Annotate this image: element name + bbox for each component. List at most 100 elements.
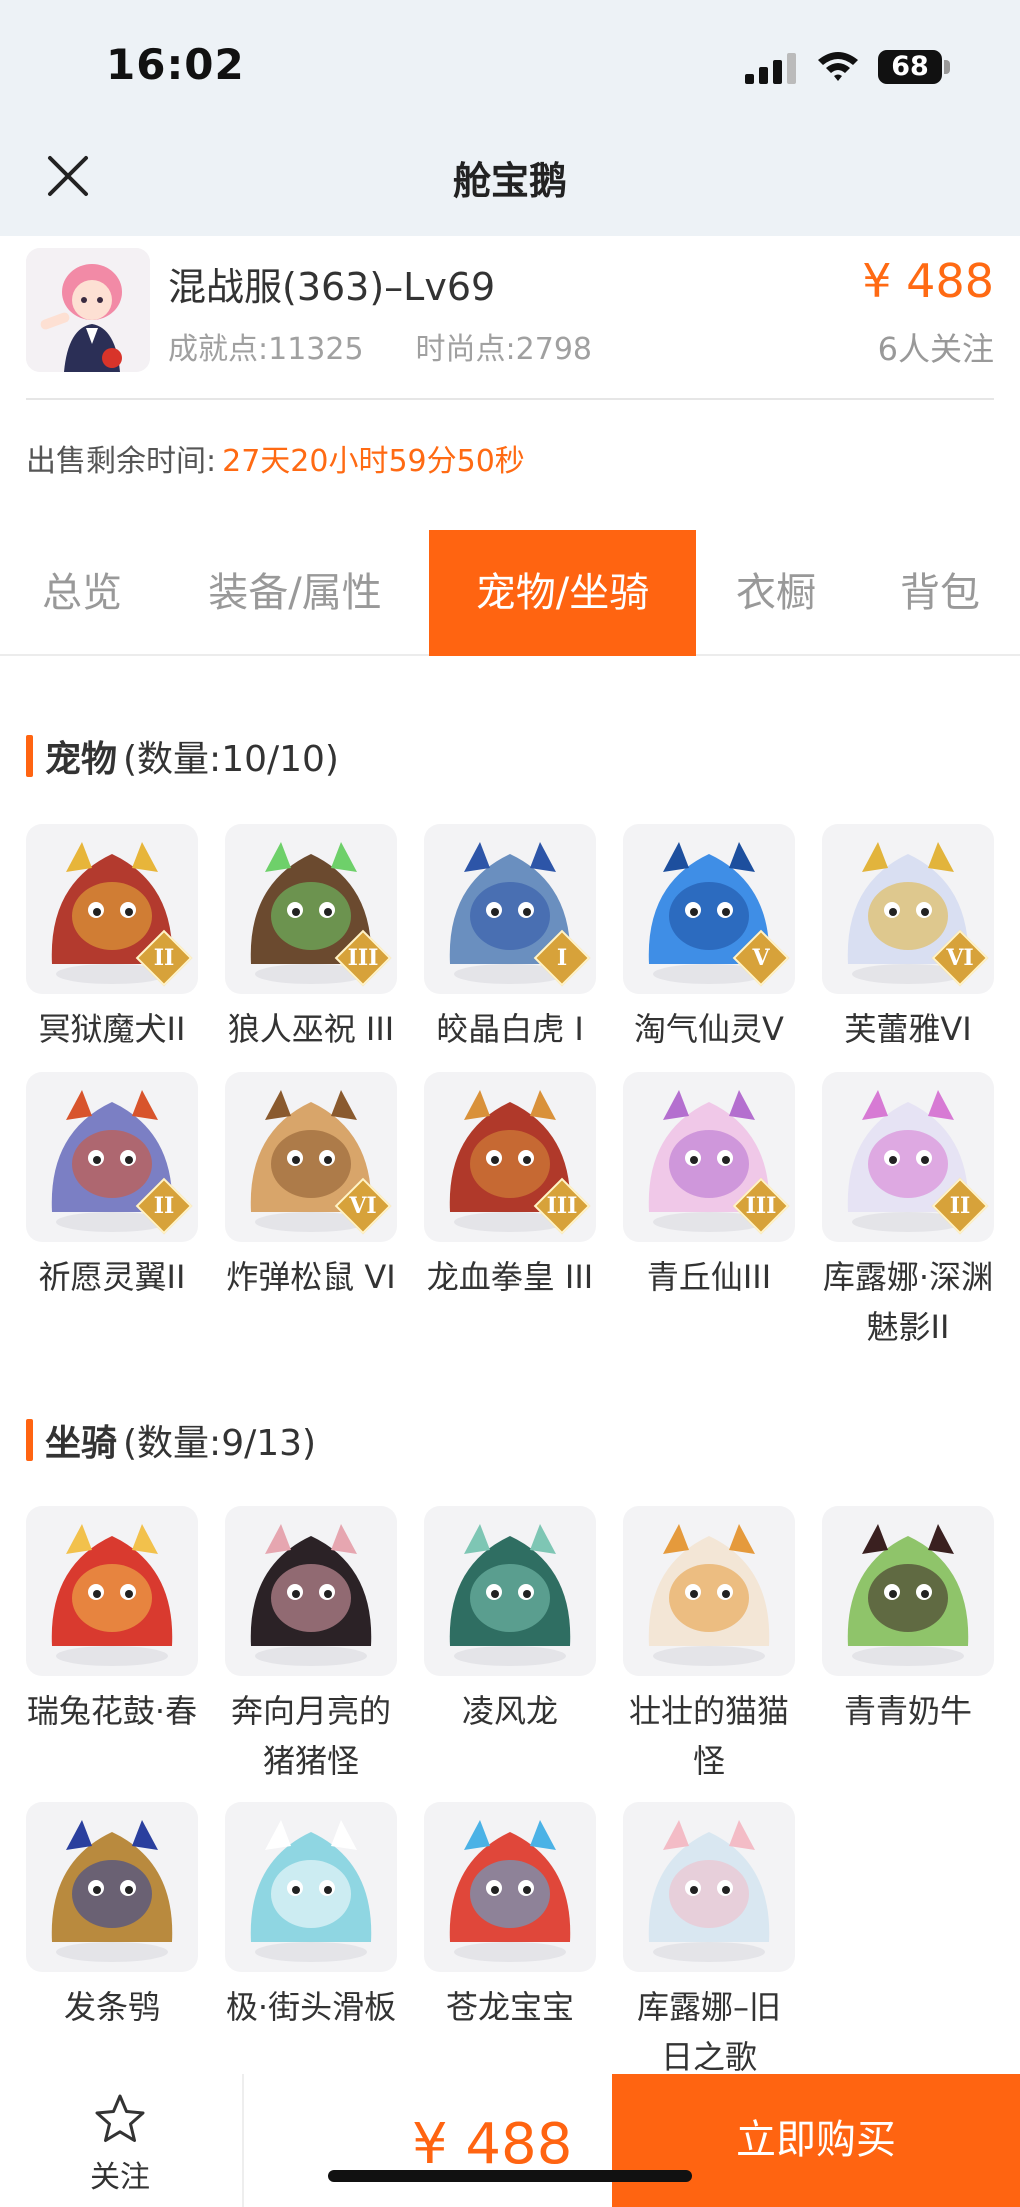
pets-title: 宠物 [45,739,118,780]
pets-count: (数量:10/10) [123,739,339,780]
divider [26,398,994,400]
mount-item[interactable]: 极·街头滑板 [225,1802,397,2032]
tab-overview[interactable]: 总览 [14,530,150,656]
bottom-action-bar: 关注 ¥ 488 立即购买 [0,2074,1020,2207]
mount-name: 发条鸮 [63,1988,160,2026]
pet-name: 龙血拳皇 III [426,1258,594,1296]
pet-name: 祈愿灵翼II [38,1258,186,1296]
pet-image: II [26,1072,198,1242]
mounts-count: (数量:9/13) [123,1423,317,1464]
battery-icon: 68 [878,50,942,84]
pet-image: I [424,824,596,994]
account-stats: 成就点:11325 时尚点:2798 [168,324,592,368]
battery-tip [944,60,950,74]
mount-image [225,1802,397,1972]
pet-item[interactable]: V 淘气仙灵V [623,824,795,1054]
rank-badge-text: II [153,1193,175,1219]
section-accent-bar [26,735,33,777]
pet-name: 皎晶白虎 I [436,1010,584,1048]
pet-image: V [623,824,795,994]
mount-image [424,1506,596,1676]
sale-remaining-time: 出售剩余时间: 27天20小时59分50秒 [26,436,525,480]
mount-name: 凌风龙 [461,1692,558,1730]
mount-item[interactable]: 奔向月亮的猪猪怪 [225,1506,397,1786]
follower-count: 6人关注 [877,330,994,368]
mount-item[interactable]: 壮壮的猫猫怪 [623,1506,795,1786]
pet-image: III [225,824,397,994]
mounts-section-title: 坐骑 (数量:9/13) [26,1414,316,1466]
mount-image [424,1802,596,1972]
mount-name: 库露娜–旧日之歌 [636,1988,781,2076]
rank-badge-text: I [556,945,568,971]
rank-badge-text: III [546,1193,578,1219]
mount-image [822,1506,994,1676]
buy-now-button[interactable]: 立即购买 [612,2074,1020,2207]
pet-item[interactable]: III 龙血拳皇 III [424,1072,596,1302]
follow-button[interactable]: 关注 [60,2092,180,2196]
pet-image: II [822,1072,994,1242]
mount-name: 壮壮的猫猫怪 [628,1692,789,1780]
mount-item[interactable]: 凌风龙 [424,1506,596,1736]
rank-badge-text: II [949,1193,971,1219]
mount-name: 苍龙宝宝 [445,1988,574,2026]
mount-name: 奔向月亮的猪猪怪 [230,1692,391,1780]
tab-wardrobe[interactable]: 衣橱 [720,530,832,656]
pet-item[interactable]: I 皎晶白虎 I [424,824,596,1054]
pet-item[interactable]: II 祈愿灵翼II [26,1072,198,1302]
pet-image: II [26,824,198,994]
tab-bar: 总览 装备/属性 宠物/坐骑 衣橱 背包 [0,530,1020,656]
sale-time-label: 出售剩余时间: [26,444,217,479]
page-title: 舱宝鹅 [452,159,567,203]
home-indicator [328,2170,692,2182]
pet-name: 炸弹松鼠 VI [226,1258,396,1296]
mount-item[interactable]: 瑞兔花鼓·春 [26,1506,198,1736]
sale-time-value: 27天20小时59分50秒 [222,444,525,479]
achievement-points: 成就点:11325 [168,332,364,367]
mounts-title: 坐骑 [45,1423,118,1464]
mount-item[interactable]: 库露娜–旧日之歌 [623,1802,795,2082]
mount-image [26,1802,198,1972]
pet-name: 淘气仙灵V [634,1010,784,1048]
pet-item[interactable]: VI 炸弹松鼠 VI [225,1072,397,1302]
pet-name: 青丘仙III [646,1258,772,1296]
tab-backpack[interactable]: 背包 [880,530,1000,656]
mount-image [225,1506,397,1676]
rank-badge-text: V [752,945,770,971]
mount-name: 极·街头滑板 [225,1988,397,2026]
pet-item[interactable]: II 库露娜·深渊魅影II [822,1072,994,1352]
server-level: 混战服(363)–Lv69 [168,265,496,309]
price-label: ¥ 488 [862,254,994,308]
bottom-price: ¥ 488 [412,2112,573,2177]
pet-name: 库露娜·深渊魅影II [822,1258,994,1346]
pet-item[interactable]: II 冥狱魔犬II [26,824,198,1054]
cellular-signal-icon [745,52,797,84]
mount-image [26,1506,198,1676]
mount-image [623,1506,795,1676]
pet-name: 狼人巫祝 III [227,1010,395,1048]
section-accent-bar [26,1419,33,1461]
avatar [26,248,150,372]
pet-image: III [424,1072,596,1242]
mount-image [623,1802,795,1972]
status-time: 16:02 [106,40,245,89]
rank-badge-text: II [153,945,175,971]
pet-item[interactable]: III 青丘仙III [623,1072,795,1302]
rank-badge-text: III [745,1193,777,1219]
mount-item[interactable]: 发条鸮 [26,1802,198,2032]
rank-badge-text: VI [349,1193,377,1219]
pet-name: 冥狱魔犬II [38,1010,186,1048]
follow-label: 关注 [90,2160,150,2195]
tab-pets-mounts[interactable]: 宠物/坐骑 [429,530,696,656]
mount-item[interactable]: 苍龙宝宝 [424,1802,596,2032]
pets-section-title: 宠物 (数量:10/10) [26,730,339,782]
pet-image: III [623,1072,795,1242]
pet-image: VI [225,1072,397,1242]
pet-item[interactable]: VI 芙蕾雅VI [822,824,994,1054]
pet-item[interactable]: III 狼人巫祝 III [225,824,397,1054]
mount-item[interactable]: 青青奶牛 [822,1506,994,1736]
pet-image: VI [822,824,994,994]
rank-badge-text: III [347,945,379,971]
mount-name: 青青奶牛 [843,1692,972,1730]
rank-badge-text: VI [946,945,974,971]
tab-equipment[interactable]: 装备/属性 [190,530,400,656]
